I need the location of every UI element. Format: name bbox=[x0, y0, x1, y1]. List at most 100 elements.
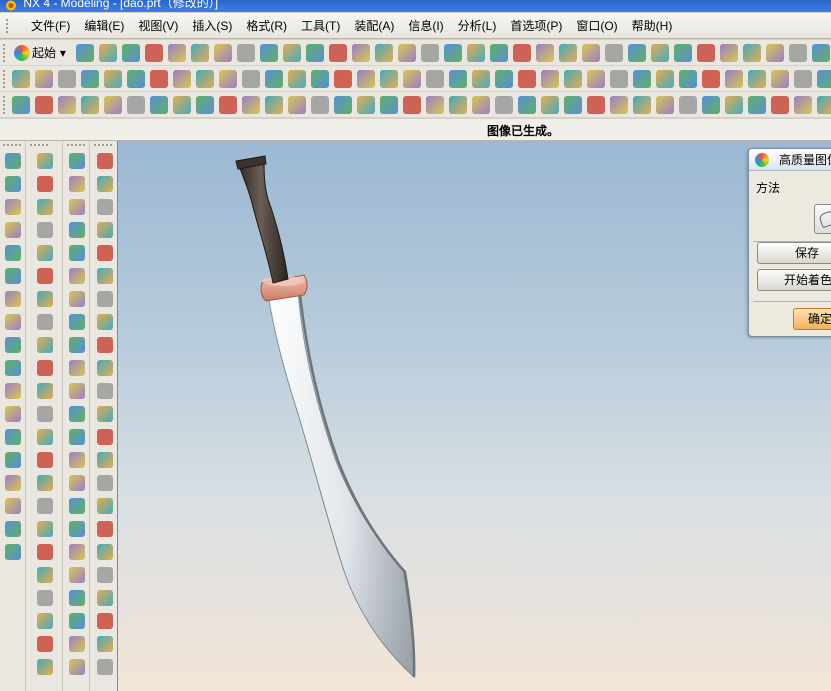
render-icon[interactable] bbox=[242, 70, 260, 88]
point-icon[interactable] bbox=[541, 96, 559, 114]
mirror-icon[interactable] bbox=[69, 429, 85, 445]
line-icon[interactable] bbox=[449, 96, 467, 114]
menu-information[interactable]: 信息(I) bbox=[401, 13, 450, 38]
blend-icon[interactable] bbox=[37, 544, 53, 560]
render-icon[interactable] bbox=[5, 544, 21, 560]
undo-icon[interactable] bbox=[12, 70, 30, 88]
hole-icon[interactable] bbox=[605, 44, 623, 62]
blend-icon[interactable] bbox=[449, 70, 467, 88]
light-icon[interactable] bbox=[490, 44, 508, 62]
mirror-icon[interactable] bbox=[380, 96, 398, 114]
sketch-icon[interactable] bbox=[587, 70, 605, 88]
pocket-icon[interactable] bbox=[651, 44, 669, 62]
boss-icon[interactable] bbox=[69, 291, 85, 307]
toolbar-grip[interactable] bbox=[30, 144, 48, 147]
new-icon[interactable] bbox=[69, 659, 85, 675]
spline-icon[interactable] bbox=[679, 70, 697, 88]
sweep-icon[interactable] bbox=[69, 245, 85, 261]
render-icon[interactable] bbox=[467, 44, 485, 62]
point-icon[interactable] bbox=[702, 70, 720, 88]
trim-icon[interactable] bbox=[564, 70, 582, 88]
open-icon[interactable] bbox=[633, 96, 651, 114]
cut-icon[interactable] bbox=[5, 222, 21, 238]
shell-icon[interactable] bbox=[69, 383, 85, 399]
layer-icon[interactable] bbox=[219, 70, 237, 88]
redo-icon[interactable] bbox=[35, 70, 53, 88]
copy-icon[interactable] bbox=[168, 44, 186, 62]
light-icon[interactable] bbox=[265, 70, 283, 88]
shell-icon[interactable] bbox=[97, 176, 113, 192]
pocket-icon[interactable] bbox=[265, 96, 283, 114]
pocket-icon[interactable] bbox=[426, 70, 444, 88]
fit-icon[interactable] bbox=[817, 96, 831, 114]
fit-icon[interactable] bbox=[37, 153, 53, 169]
camera-icon[interactable] bbox=[69, 176, 85, 192]
dialog-title-bar[interactable]: 高质量图像 bbox=[749, 149, 831, 171]
mirror-icon[interactable] bbox=[541, 70, 559, 88]
zoom-icon[interactable] bbox=[5, 383, 21, 399]
fit-icon[interactable] bbox=[58, 70, 76, 88]
circle-icon[interactable] bbox=[495, 96, 513, 114]
save-icon[interactable] bbox=[122, 44, 140, 62]
camera-icon[interactable] bbox=[513, 44, 531, 62]
sweep-icon[interactable] bbox=[196, 96, 214, 114]
extrude-icon[interactable] bbox=[150, 96, 168, 114]
fit-icon[interactable] bbox=[283, 44, 301, 62]
hole-icon[interactable] bbox=[37, 475, 53, 491]
save-button[interactable]: 保存 bbox=[757, 242, 831, 264]
chamfer-icon[interactable] bbox=[311, 96, 329, 114]
delete-icon[interactable] bbox=[748, 96, 766, 114]
redo-icon[interactable] bbox=[794, 96, 812, 114]
copy-icon[interactable] bbox=[97, 544, 113, 560]
axis-icon[interactable] bbox=[97, 429, 113, 445]
wireframe-icon[interactable] bbox=[173, 70, 191, 88]
wireframe-icon[interactable] bbox=[5, 475, 21, 491]
rotate-icon[interactable] bbox=[5, 406, 21, 422]
blend-icon[interactable] bbox=[69, 337, 85, 353]
extrude-icon[interactable] bbox=[69, 199, 85, 215]
shade-icon[interactable] bbox=[37, 245, 53, 261]
mirror-icon[interactable] bbox=[766, 44, 784, 62]
copy-icon[interactable] bbox=[5, 245, 21, 261]
revolve-icon[interactable] bbox=[173, 96, 191, 114]
toolbar-grip[interactable] bbox=[67, 144, 85, 147]
blend-icon[interactable] bbox=[288, 96, 306, 114]
axis-icon[interactable] bbox=[748, 70, 766, 88]
revolve-icon[interactable] bbox=[69, 222, 85, 238]
paste-icon[interactable] bbox=[97, 567, 113, 583]
sweep-icon[interactable] bbox=[582, 44, 600, 62]
arc-icon[interactable] bbox=[97, 314, 113, 330]
spline-icon[interactable] bbox=[518, 96, 536, 114]
undo-icon[interactable] bbox=[97, 613, 113, 629]
undo-icon[interactable] bbox=[5, 314, 21, 330]
pan-icon[interactable] bbox=[37, 222, 53, 238]
new-icon[interactable] bbox=[610, 96, 628, 114]
pattern-icon[interactable] bbox=[97, 199, 113, 215]
open-icon[interactable] bbox=[794, 70, 812, 88]
redo-icon[interactable] bbox=[97, 636, 113, 652]
view-icon[interactable] bbox=[421, 44, 439, 62]
spline-icon[interactable] bbox=[97, 360, 113, 376]
pattern-icon[interactable] bbox=[518, 70, 536, 88]
boss-icon[interactable] bbox=[242, 96, 260, 114]
circle-icon[interactable] bbox=[97, 337, 113, 353]
spline-icon[interactable] bbox=[69, 567, 85, 583]
paste-icon[interactable] bbox=[725, 96, 743, 114]
fit-icon[interactable] bbox=[97, 659, 113, 675]
sketch-icon[interactable] bbox=[69, 475, 85, 491]
shell-icon[interactable] bbox=[37, 590, 53, 606]
light-icon[interactable] bbox=[104, 96, 122, 114]
chamfer-icon[interactable] bbox=[69, 360, 85, 376]
shell-icon[interactable] bbox=[495, 70, 513, 88]
paste-icon[interactable] bbox=[5, 268, 21, 284]
layer-icon[interactable] bbox=[444, 44, 462, 62]
trim-icon[interactable] bbox=[97, 245, 113, 261]
pattern-icon[interactable] bbox=[743, 44, 761, 62]
wireframe-icon[interactable] bbox=[37, 268, 53, 284]
axis-icon[interactable] bbox=[69, 636, 85, 652]
zoom-icon[interactable] bbox=[306, 44, 324, 62]
delete-icon[interactable] bbox=[5, 291, 21, 307]
toolbar-grip[interactable] bbox=[94, 144, 112, 147]
chamfer-icon[interactable] bbox=[37, 567, 53, 583]
fit-icon[interactable] bbox=[5, 360, 21, 376]
